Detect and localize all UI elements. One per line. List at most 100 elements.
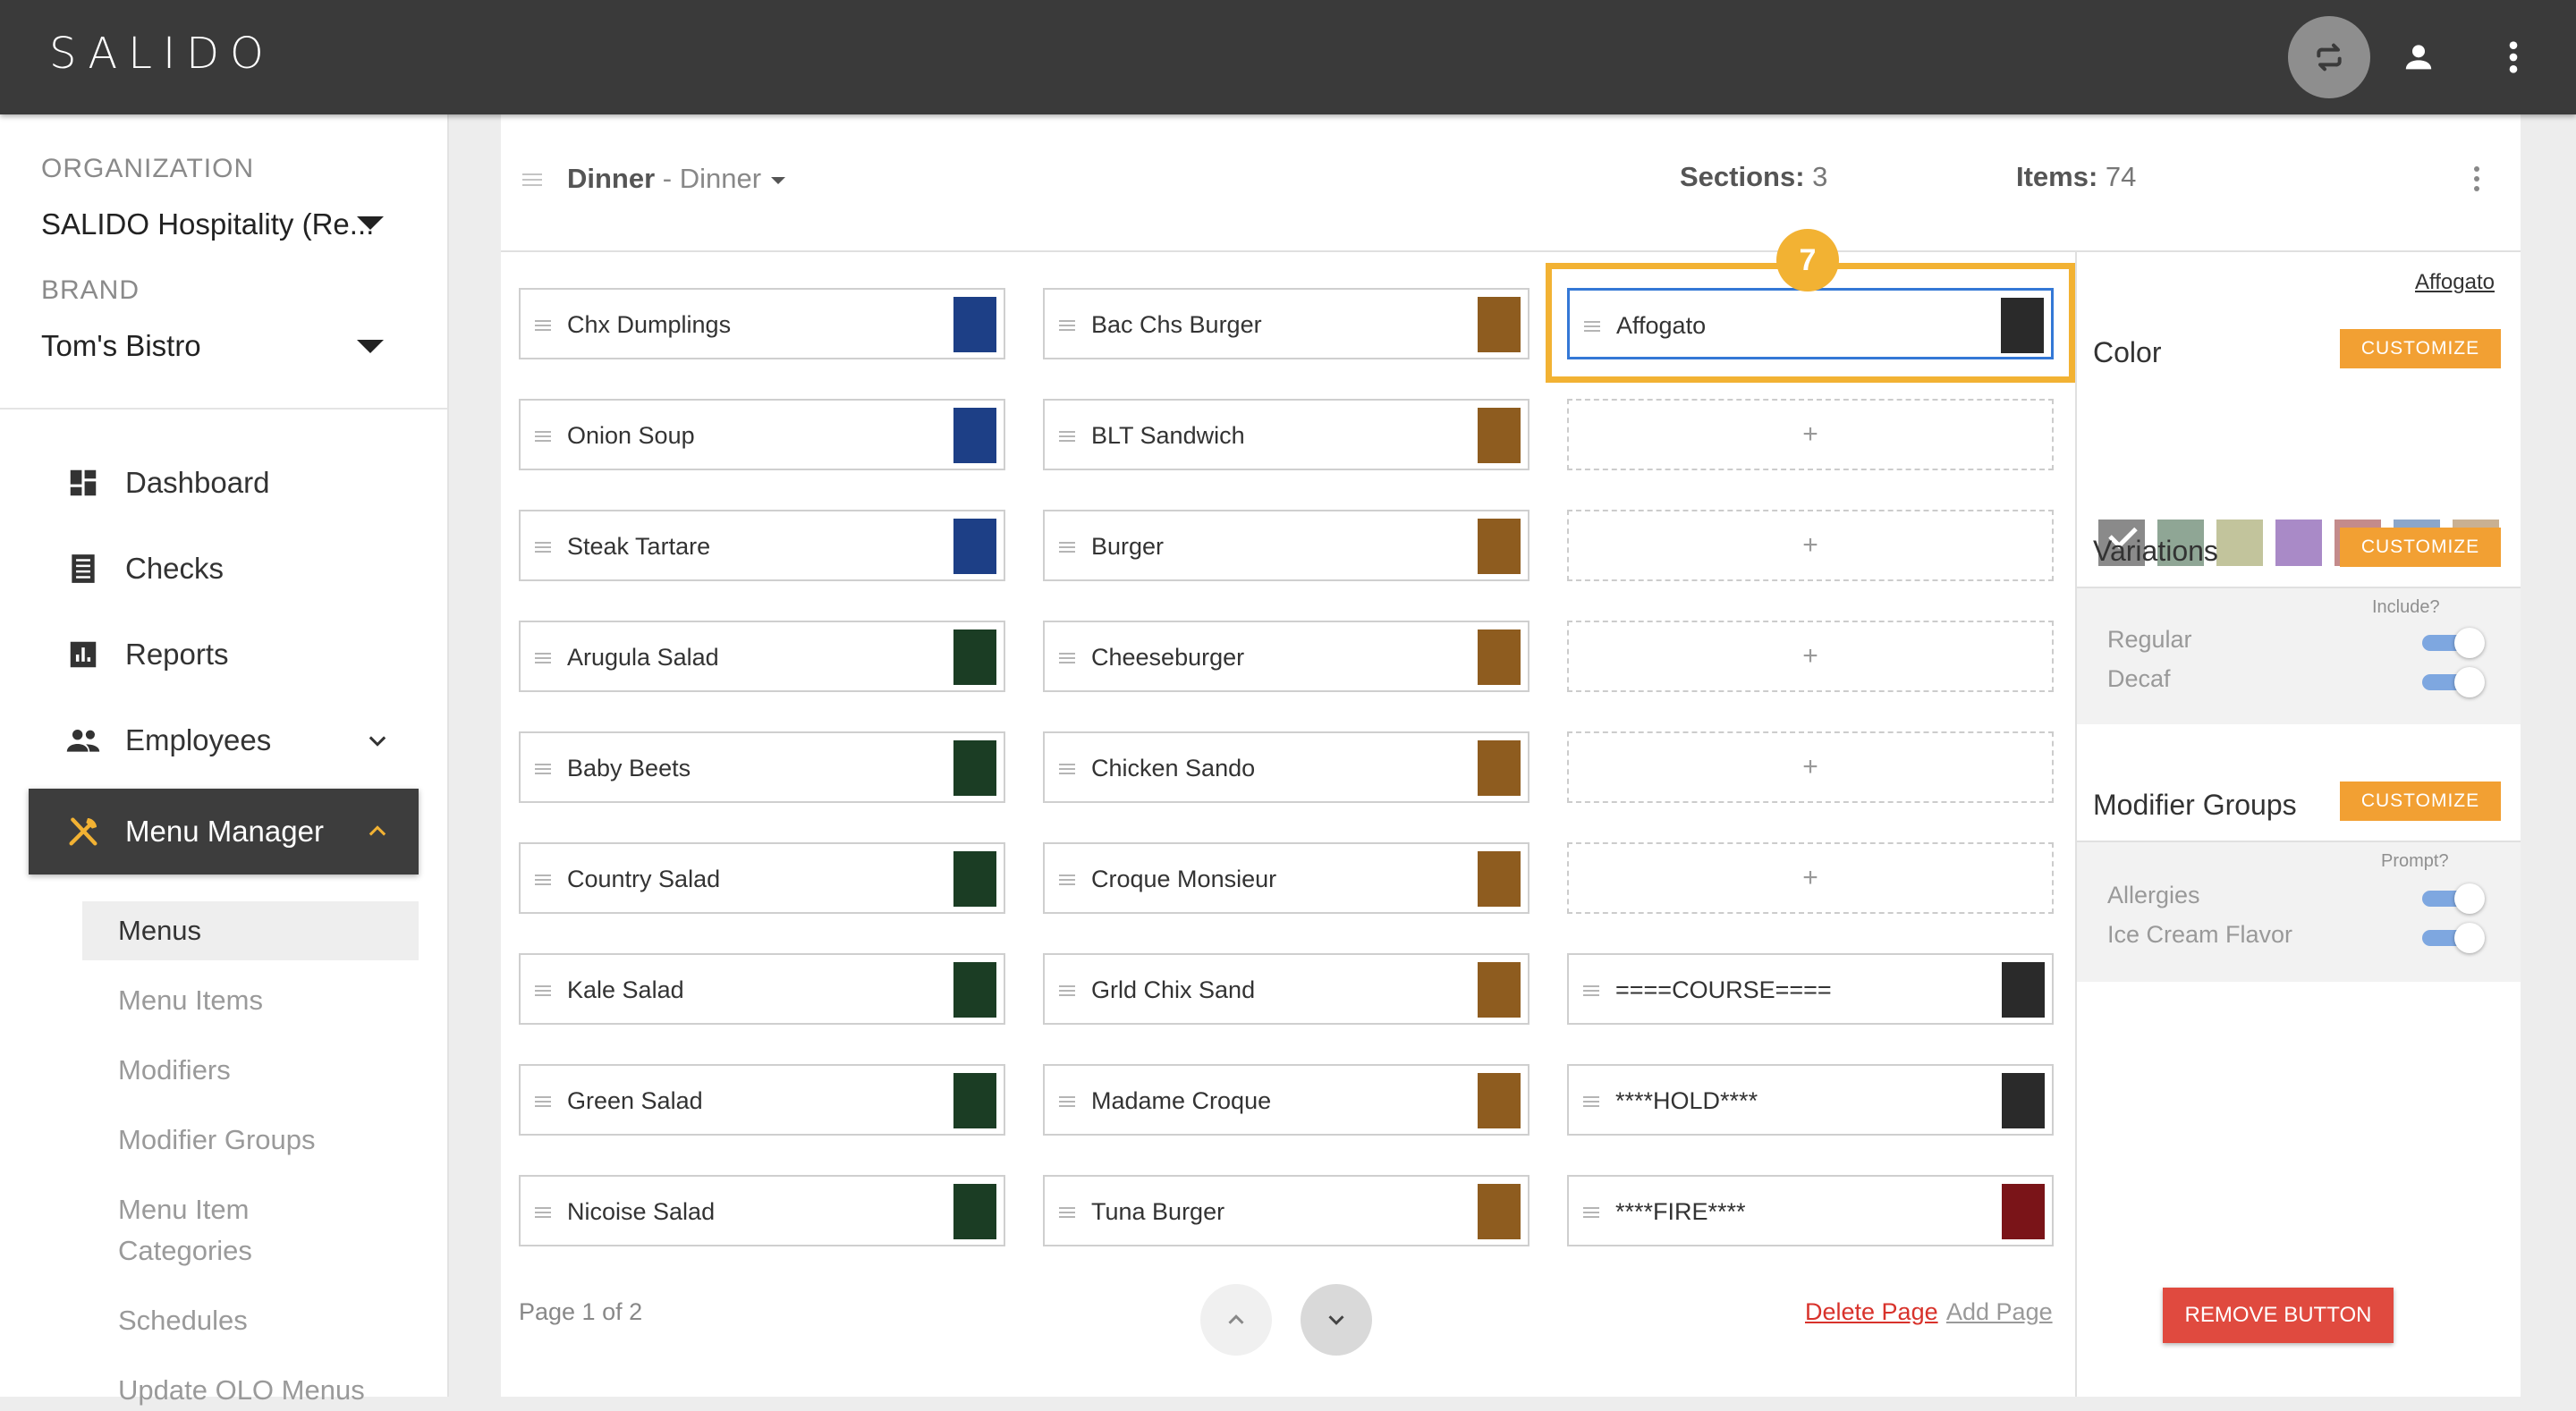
color-swatch-option[interactable] bbox=[2275, 520, 2322, 566]
menu-button-label: Grld Chix Sand bbox=[1091, 976, 1256, 1003]
brand-select[interactable]: Tom's Bistro bbox=[41, 329, 201, 363]
add-button-slot[interactable]: + bbox=[1567, 510, 2054, 581]
variation-include-toggle[interactable] bbox=[2422, 626, 2487, 658]
switch-location-button[interactable] bbox=[2288, 16, 2370, 98]
sidebar-divider bbox=[0, 408, 447, 410]
menu-button[interactable]: Kale Salad bbox=[519, 953, 1005, 1025]
menu-button-label: Chicken Sando bbox=[1091, 755, 1256, 782]
menu-button[interactable]: Bac Chs Burger bbox=[1043, 288, 1530, 359]
drag-handle-icon[interactable] bbox=[1583, 1207, 1599, 1221]
page-up-button[interactable] bbox=[1200, 1284, 1272, 1356]
menu-button[interactable]: Green Salad bbox=[519, 1064, 1005, 1136]
menu-button-selected[interactable]: Affogato bbox=[1567, 288, 2054, 359]
menu-button[interactable]: Onion Soup bbox=[519, 399, 1005, 470]
drag-handle-icon[interactable] bbox=[1059, 1096, 1075, 1110]
sidebar-item-employees[interactable]: Employees bbox=[29, 697, 419, 783]
sidebar-item-menu-manager[interactable]: Menu Manager bbox=[29, 789, 419, 874]
menu-options-icon[interactable] bbox=[2474, 166, 2479, 196]
drag-handle-icon[interactable] bbox=[1059, 542, 1075, 555]
chevron-up-icon bbox=[1228, 1314, 1244, 1324]
drag-handle-icon[interactable] bbox=[535, 542, 551, 555]
customize-modifier-groups-button[interactable]: CUSTOMIZE bbox=[2340, 782, 2501, 821]
add-button-slot[interactable]: + bbox=[1567, 399, 2054, 470]
delete-page-link[interactable]: Delete Page bbox=[1805, 1298, 1938, 1326]
account-button[interactable] bbox=[2377, 16, 2460, 98]
selected-item-link[interactable]: Affogato bbox=[2415, 270, 2495, 295]
customize-variations-button[interactable]: CUSTOMIZE bbox=[2340, 528, 2501, 567]
sidebar-item-checks[interactable]: Checks bbox=[29, 526, 419, 612]
color-swatch-option[interactable] bbox=[2216, 520, 2263, 566]
drag-handle-icon[interactable] bbox=[1583, 1096, 1599, 1110]
subnav-menu-items[interactable]: Menu Items bbox=[82, 980, 419, 1021]
menu-button[interactable]: Steak Tartare bbox=[519, 510, 1005, 581]
drag-handle-icon[interactable] bbox=[535, 431, 551, 444]
drag-handle-icon[interactable] bbox=[1583, 985, 1599, 999]
menu-button[interactable]: Chx Dumplings bbox=[519, 288, 1005, 359]
add-button-slot[interactable]: + bbox=[1567, 731, 2054, 803]
drag-handle-icon[interactable] bbox=[535, 653, 551, 666]
drag-handle-icon[interactable] bbox=[535, 1207, 551, 1221]
menu-button[interactable]: ****FIRE**** bbox=[1567, 1175, 2054, 1246]
subnav-update-olo-menus[interactable]: Update OLO Menus bbox=[82, 1370, 419, 1411]
variation-include-toggle[interactable] bbox=[2422, 665, 2487, 697]
menu-button[interactable]: Baby Beets bbox=[519, 731, 1005, 803]
drag-handle-icon[interactable] bbox=[522, 173, 542, 186]
drag-handle-icon[interactable] bbox=[1059, 1207, 1075, 1221]
subnav-modifiers[interactable]: Modifiers bbox=[82, 1050, 419, 1091]
menu-button[interactable]: Country Salad bbox=[519, 842, 1005, 914]
menu-button[interactable]: Madame Croque bbox=[1043, 1064, 1530, 1136]
drag-handle-icon[interactable] bbox=[535, 1096, 551, 1110]
drag-handle-icon[interactable] bbox=[1584, 321, 1600, 334]
organization-label: ORGANIZATION bbox=[41, 154, 255, 183]
sidebar-item-reports[interactable]: Reports bbox=[29, 612, 419, 697]
menu-button[interactable]: Tuna Burger bbox=[1043, 1175, 1530, 1246]
page-down-button[interactable] bbox=[1301, 1284, 1372, 1356]
add-button-slot[interactable]: + bbox=[1567, 842, 2054, 914]
drag-handle-icon[interactable] bbox=[1059, 320, 1075, 334]
subnav-schedules[interactable]: Schedules bbox=[82, 1300, 419, 1341]
menu-selector[interactable]: Dinner - Dinner bbox=[567, 163, 761, 195]
menu-button[interactable]: Cheeseburger bbox=[1043, 621, 1530, 692]
add-page-link[interactable]: Add Page bbox=[1946, 1298, 2053, 1326]
color-swatch bbox=[2001, 298, 2044, 353]
drag-handle-icon[interactable] bbox=[1059, 874, 1075, 888]
menu-button-label: Steak Tartare bbox=[567, 533, 711, 560]
sidebar-item-dashboard[interactable]: Dashboard bbox=[29, 440, 419, 526]
drag-handle-icon[interactable] bbox=[1059, 431, 1075, 444]
drag-handle-icon[interactable] bbox=[535, 985, 551, 999]
menu-button[interactable]: Croque Monsieur bbox=[1043, 842, 1530, 914]
menu-button[interactable]: Nicoise Salad bbox=[519, 1175, 1005, 1246]
remove-button[interactable]: REMOVE BUTTON bbox=[2163, 1288, 2394, 1343]
color-swatch bbox=[953, 851, 996, 907]
organization-caret-icon[interactable] bbox=[357, 216, 384, 230]
customize-color-button[interactable]: CUSTOMIZE bbox=[2340, 329, 2501, 368]
drag-handle-icon[interactable] bbox=[1059, 653, 1075, 666]
color-swatch bbox=[953, 1073, 996, 1128]
drag-handle-icon[interactable] bbox=[535, 874, 551, 888]
subnav-menus[interactable]: Menus bbox=[82, 901, 419, 960]
menu-button[interactable]: Burger bbox=[1043, 510, 1530, 581]
organization-select[interactable]: SALIDO Hospitality (Re... bbox=[41, 207, 374, 241]
menu-button[interactable]: Arugula Salad bbox=[519, 621, 1005, 692]
menu-button-label: BLT Sandwich bbox=[1091, 422, 1245, 449]
modifier-group-prompt-toggle[interactable] bbox=[2422, 921, 2487, 953]
menu-caret-icon[interactable] bbox=[771, 177, 785, 184]
menu-button-label: Country Salad bbox=[567, 866, 721, 892]
menu-button[interactable]: BLT Sandwich bbox=[1043, 399, 1530, 470]
menu-button[interactable]: Chicken Sando bbox=[1043, 731, 1530, 803]
brand-caret-icon[interactable] bbox=[357, 340, 384, 353]
subnav-menu-item-categories[interactable]: Menu Item Categories bbox=[82, 1189, 419, 1272]
more-options-button[interactable] bbox=[2472, 16, 2555, 98]
drag-handle-icon[interactable] bbox=[535, 764, 551, 777]
menu-button-label: Nicoise Salad bbox=[567, 1198, 716, 1225]
subnav-modifier-groups[interactable]: Modifier Groups bbox=[82, 1120, 419, 1161]
modifier-group-prompt-toggle[interactable] bbox=[2422, 882, 2487, 914]
drag-handle-icon[interactable] bbox=[535, 320, 551, 334]
drag-handle-icon[interactable] bbox=[1059, 764, 1075, 777]
drag-handle-icon[interactable] bbox=[1059, 985, 1075, 999]
menu-button[interactable]: ====COURSE==== bbox=[1567, 953, 2054, 1025]
menu-button[interactable]: ****HOLD**** bbox=[1567, 1064, 2054, 1136]
add-button-slot[interactable]: + bbox=[1567, 621, 2054, 692]
chevron-up-icon bbox=[369, 825, 386, 836]
menu-button[interactable]: Grld Chix Sand bbox=[1043, 953, 1530, 1025]
